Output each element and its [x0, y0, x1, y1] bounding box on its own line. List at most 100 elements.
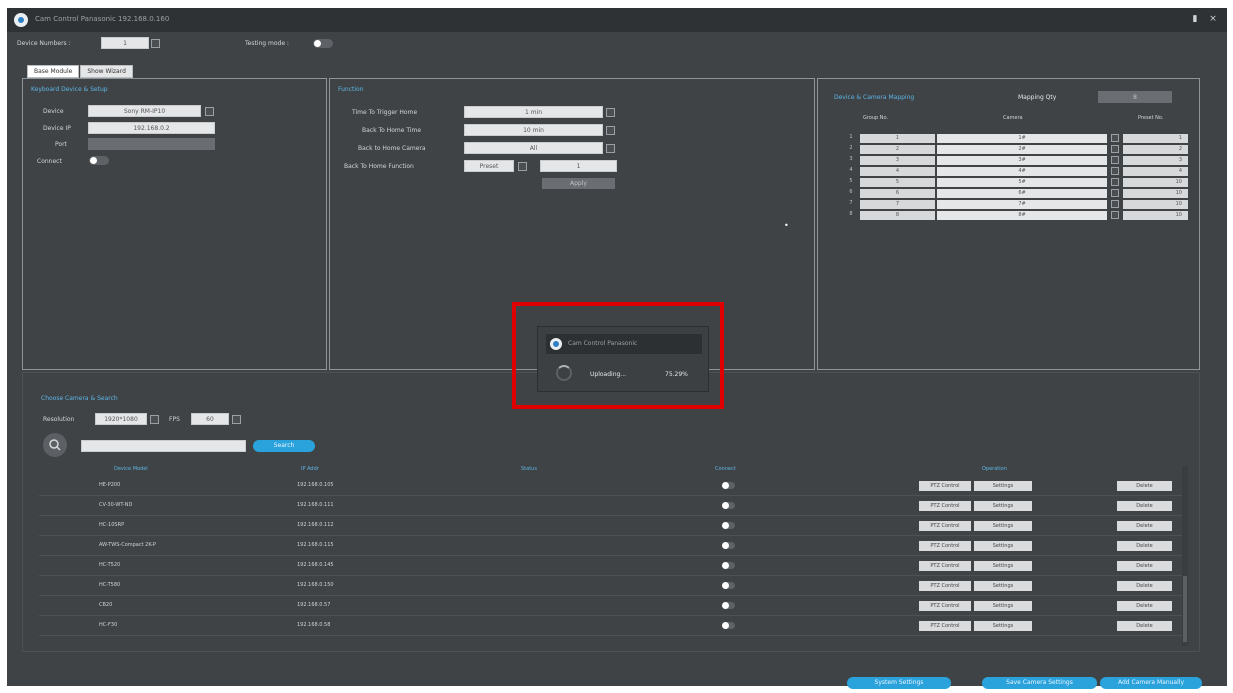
mapping-camera-dropdown-icon[interactable]: [1111, 189, 1119, 197]
testing-mode-toggle[interactable]: [313, 39, 333, 48]
port-field[interactable]: [88, 138, 215, 150]
ptz-control-button[interactable]: PTZ Control: [919, 541, 971, 551]
settings-button[interactable]: Settings: [974, 501, 1032, 511]
search-icon[interactable]: [43, 433, 67, 457]
mapping-group-field[interactable]: 3: [860, 156, 935, 165]
mapping-group-field[interactable]: 2: [860, 145, 935, 154]
add-camera-manually-button[interactable]: Add Camera Manually: [1100, 677, 1202, 689]
ptz-control-button[interactable]: PTZ Control: [919, 561, 971, 571]
delete-button[interactable]: Delete: [1117, 601, 1172, 611]
ptz-control-button[interactable]: PTZ Control: [919, 581, 971, 591]
mapping-preset-field[interactable]: 3: [1123, 156, 1188, 165]
delete-button[interactable]: Delete: [1117, 521, 1172, 531]
back-to-home-time-field[interactable]: 10 min: [464, 124, 603, 136]
pin-icon[interactable]: ▮: [1189, 13, 1201, 25]
mapping-preset-field[interactable]: 10: [1123, 178, 1188, 187]
mapping-camera-field[interactable]: 5#: [937, 178, 1107, 187]
connect-toggle[interactable]: [89, 156, 109, 165]
settings-button[interactable]: Settings: [974, 601, 1032, 611]
settings-button[interactable]: Settings: [974, 481, 1032, 491]
connect-toggle[interactable]: [722, 482, 735, 489]
tab-show-wizard[interactable]: Show Wizard: [80, 65, 133, 78]
device-dropdown-icon[interactable]: [205, 107, 214, 116]
mapping-group-field[interactable]: 8: [860, 211, 935, 220]
back-to-home-time-dropdown-icon[interactable]: [606, 126, 615, 135]
time-to-trigger-field[interactable]: 1 min: [464, 106, 603, 118]
settings-button[interactable]: Settings: [974, 581, 1032, 591]
delete-button[interactable]: Delete: [1117, 581, 1172, 591]
mapping-group-field[interactable]: 1: [860, 134, 935, 143]
mapping-camera-field[interactable]: 2#: [937, 145, 1107, 154]
tab-base-module[interactable]: Base Module: [27, 65, 80, 78]
device-select[interactable]: Sony RM-IP10: [88, 105, 201, 117]
mapping-preset-field[interactable]: 10: [1123, 189, 1188, 198]
delete-button[interactable]: Delete: [1117, 561, 1172, 571]
connect-toggle[interactable]: [722, 502, 735, 509]
back-to-home-function-field[interactable]: Preset: [464, 160, 514, 172]
mapping-camera-field[interactable]: 7#: [937, 200, 1107, 209]
mapping-camera-dropdown-icon[interactable]: [1111, 156, 1119, 164]
mapping-camera-dropdown-icon[interactable]: [1111, 178, 1119, 186]
ptz-control-button[interactable]: PTZ Control: [919, 481, 971, 491]
connect-toggle[interactable]: [722, 542, 735, 549]
mapping-camera-field[interactable]: 3#: [937, 156, 1107, 165]
mapping-preset-field[interactable]: 4: [1123, 167, 1188, 176]
connect-toggle[interactable]: [722, 582, 735, 589]
back-to-home-function-dropdown-icon[interactable]: [518, 162, 527, 171]
delete-button[interactable]: Delete: [1117, 541, 1172, 551]
ptz-control-button[interactable]: PTZ Control: [919, 501, 971, 511]
time-to-trigger-dropdown-icon[interactable]: [606, 108, 615, 117]
device-numbers-dropdown-icon[interactable]: [151, 39, 160, 48]
mapping-preset-field[interactable]: 10: [1123, 211, 1188, 220]
mapping-preset-field[interactable]: 1: [1123, 134, 1188, 143]
mapping-camera-field[interactable]: 6#: [937, 189, 1107, 198]
mapping-preset-field[interactable]: 2: [1123, 145, 1188, 154]
mapping-preset-field[interactable]: 10: [1123, 200, 1188, 209]
delete-button[interactable]: Delete: [1117, 501, 1172, 511]
ptz-control-button[interactable]: PTZ Control: [919, 601, 971, 611]
resolution-dropdown-icon[interactable]: [150, 415, 159, 424]
save-camera-settings-button[interactable]: Save Camera Settings: [982, 677, 1097, 689]
device-numbers-field[interactable]: 1: [101, 37, 149, 49]
ptz-control-button[interactable]: PTZ Control: [919, 621, 971, 631]
fps-select[interactable]: 60: [191, 413, 229, 425]
apply-button[interactable]: Apply: [542, 178, 615, 189]
back-to-home-function-extra-field[interactable]: 1: [540, 160, 617, 172]
device-ip-field[interactable]: 192.168.0.2: [88, 122, 215, 134]
settings-button[interactable]: Settings: [974, 521, 1032, 531]
mapping-camera-dropdown-icon[interactable]: [1111, 145, 1119, 153]
ptz-control-button[interactable]: PTZ Control: [919, 521, 971, 531]
delete-button[interactable]: Delete: [1117, 621, 1172, 631]
operation-header: Operation: [982, 466, 1007, 472]
mapping-group-field[interactable]: 5: [860, 178, 935, 187]
back-to-home-camera-dropdown-icon[interactable]: [606, 144, 615, 153]
connect-toggle[interactable]: [722, 602, 735, 609]
system-settings-button[interactable]: System Settings: [847, 677, 951, 689]
mapping-group-field[interactable]: 4: [860, 167, 935, 176]
search-button[interactable]: Search: [253, 440, 315, 452]
mapping-group-field[interactable]: 7: [860, 200, 935, 209]
settings-button[interactable]: Settings: [974, 541, 1032, 551]
mapping-camera-dropdown-icon[interactable]: [1111, 211, 1119, 219]
camera-table-scrollbar[interactable]: [1182, 466, 1188, 646]
connect-toggle[interactable]: [722, 562, 735, 569]
mapping-camera-field[interactable]: 4#: [937, 167, 1107, 176]
mapping-group-field[interactable]: 6: [860, 189, 935, 198]
fps-dropdown-icon[interactable]: [232, 415, 241, 424]
resolution-select[interactable]: 1920*1080: [95, 413, 147, 425]
mapping-qty-field[interactable]: 8: [1098, 91, 1172, 103]
connect-toggle[interactable]: [722, 622, 735, 629]
settings-button[interactable]: Settings: [974, 621, 1032, 631]
mapping-camera-dropdown-icon[interactable]: [1111, 134, 1119, 142]
back-to-home-camera-field[interactable]: All: [464, 142, 603, 154]
mapping-camera-dropdown-icon[interactable]: [1111, 200, 1119, 208]
delete-button[interactable]: Delete: [1117, 481, 1172, 491]
connect-toggle[interactable]: [722, 522, 735, 529]
mapping-camera-field[interactable]: 8#: [937, 211, 1107, 220]
scrollbar-thumb[interactable]: [1183, 576, 1187, 642]
mapping-camera-field[interactable]: 1#: [937, 134, 1107, 143]
settings-button[interactable]: Settings: [974, 561, 1032, 571]
mapping-camera-dropdown-icon[interactable]: [1111, 167, 1119, 175]
close-icon[interactable]: ×: [1207, 13, 1219, 25]
search-input[interactable]: [81, 440, 246, 452]
